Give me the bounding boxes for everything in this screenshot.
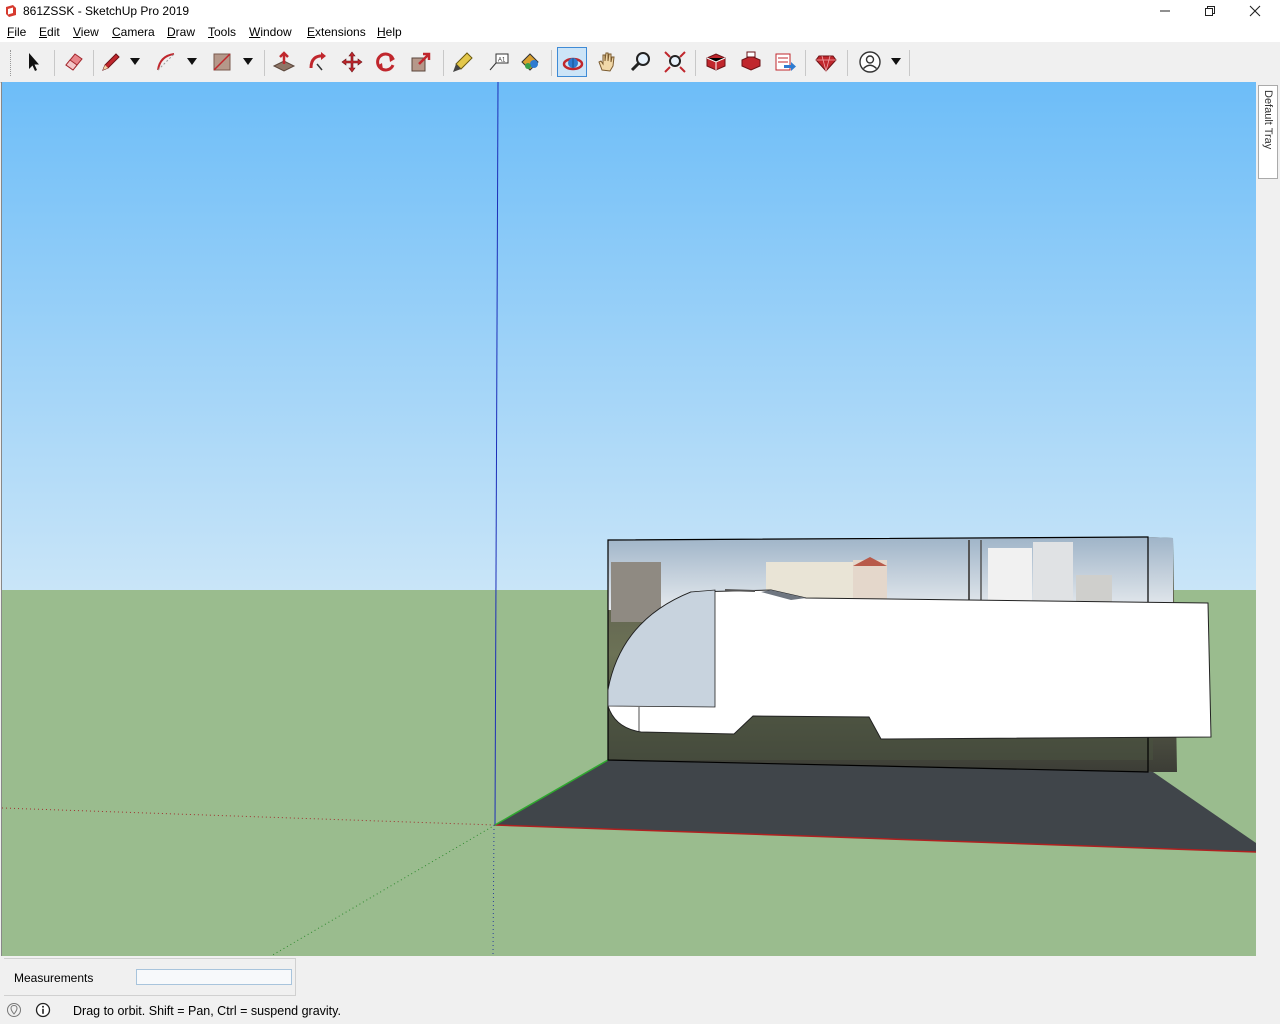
line-tool-button[interactable] [96,47,126,77]
minimize-button[interactable] [1142,0,1188,22]
tape-measure-tool-button[interactable] [448,47,478,77]
arc-tool-button[interactable] [151,47,181,77]
chevron-down-icon [891,58,901,65]
measurements-input[interactable] [136,969,292,985]
geolocation-icon[interactable] [6,1002,22,1018]
menu-view[interactable]: View [73,25,99,39]
arc-tool-dropdown[interactable] [185,47,199,77]
extension-warehouse-button[interactable] [736,47,766,77]
select-icon [29,53,39,71]
toolbar-separator [93,50,94,76]
close-icon [1249,5,1261,17]
extension-manager-icon [815,55,837,73]
menu-help[interactable]: Help [377,25,402,39]
zoom-extents-tool-button[interactable] [660,47,690,77]
pencil-line-icon [102,53,120,71]
follow-me-tool-button[interactable] [303,47,333,77]
close-button[interactable] [1232,0,1278,22]
extension-manager-button[interactable] [811,47,841,77]
menu-draw[interactable]: Draw [167,25,195,39]
menu-file[interactable]: File [7,25,26,39]
window-title: 861ZSSK - SketchUp Pro 2019 [23,4,190,18]
orbit-tool-button[interactable] [557,47,587,77]
text-tool-button[interactable]: A1 [484,47,514,77]
measurements-panel: Measurements [4,958,296,996]
zoom-icon [630,52,650,72]
scale-tool-button[interactable] [406,47,436,77]
rectangle-icon [213,53,231,71]
toolbar-separator [805,50,806,76]
default-tray-tab[interactable]: Default Tray [1258,85,1278,179]
eraser-icon [65,53,83,71]
select-tool-button[interactable] [18,47,48,77]
default-tray: Default Tray [1256,82,1280,956]
rectangle-tool-button[interactable] [207,47,237,77]
move-tool-button[interactable] [337,47,367,77]
pan-tool-button[interactable] [592,47,622,77]
move-icon [341,51,363,73]
restore-icon [1205,6,1215,16]
toolbar-separator [443,50,444,76]
rotate-tool-button[interactable] [371,47,401,77]
zoom-extents-icon [664,51,686,73]
chevron-down-icon [243,58,253,65]
account-dropdown[interactable] [889,47,903,77]
scene[interactable] [2,82,1256,956]
toolbar-separator [54,50,55,76]
train-model[interactable] [607,589,1212,740]
send-to-layout-icon [775,53,796,71]
zoom-tool-button[interactable] [626,47,656,77]
main-toolbar: A1 [0,42,1280,83]
menu-edit[interactable]: Edit [39,25,60,39]
toolbar-separator [551,50,552,76]
toolbar-separator [264,50,265,76]
menu-window[interactable]: Window [249,25,292,39]
account-icon [859,51,881,73]
status-bar: Drag to orbit. Shift = Pan, Ctrl = suspe… [0,998,1280,1024]
measurements-label: Measurements [14,971,94,985]
scale-icon [411,52,431,72]
tape-measure-icon [453,52,473,72]
menu-extensions[interactable]: Extensions [307,25,366,39]
shapes-dropdown[interactable] [241,47,255,77]
sketchup-logo-icon [6,5,16,17]
line-tool-dropdown[interactable] [128,47,142,77]
toolbar-grip[interactable] [10,50,14,76]
restore-button[interactable] [1187,0,1233,22]
3d-warehouse-icon [706,53,726,71]
info-icon[interactable] [35,1002,51,1018]
3d-viewport[interactable] [1,82,1256,956]
account-button[interactable] [855,47,885,77]
3d-warehouse-button[interactable] [701,47,731,77]
toolbar-separator [909,50,910,76]
orbit-icon [562,57,584,71]
send-to-layout-button[interactable] [770,47,800,77]
follow-me-icon [309,52,326,71]
menu-bar: File Edit View Camera Draw Tools Window … [0,22,1280,42]
chevron-down-icon [187,58,197,65]
menu-camera[interactable]: Camera [112,25,155,39]
tray-label: Default Tray [1262,90,1274,150]
svg-text:A1: A1 [498,58,506,64]
status-message: Drag to orbit. Shift = Pan, Ctrl = suspe… [73,1004,341,1018]
push-pull-tool-button[interactable] [269,47,299,77]
toolbar-separator [695,50,696,76]
rotate-icon [376,52,395,72]
title-bar: 861ZSSK - SketchUp Pro 2019 [0,0,1280,22]
arc-icon [157,53,175,71]
push-pull-icon [272,51,296,72]
sky [2,82,1256,590]
eraser-tool-button[interactable] [59,47,89,77]
minimize-icon [1160,10,1170,12]
pan-icon [598,52,615,72]
menu-tools[interactable]: Tools [208,25,236,39]
toolbar-separator [847,50,848,76]
text-icon: A1 [489,53,509,71]
chevron-down-icon [130,58,140,65]
extension-warehouse-icon [741,51,761,71]
paint-bucket-tool-button[interactable] [515,47,545,77]
paint-bucket-icon [521,53,539,71]
